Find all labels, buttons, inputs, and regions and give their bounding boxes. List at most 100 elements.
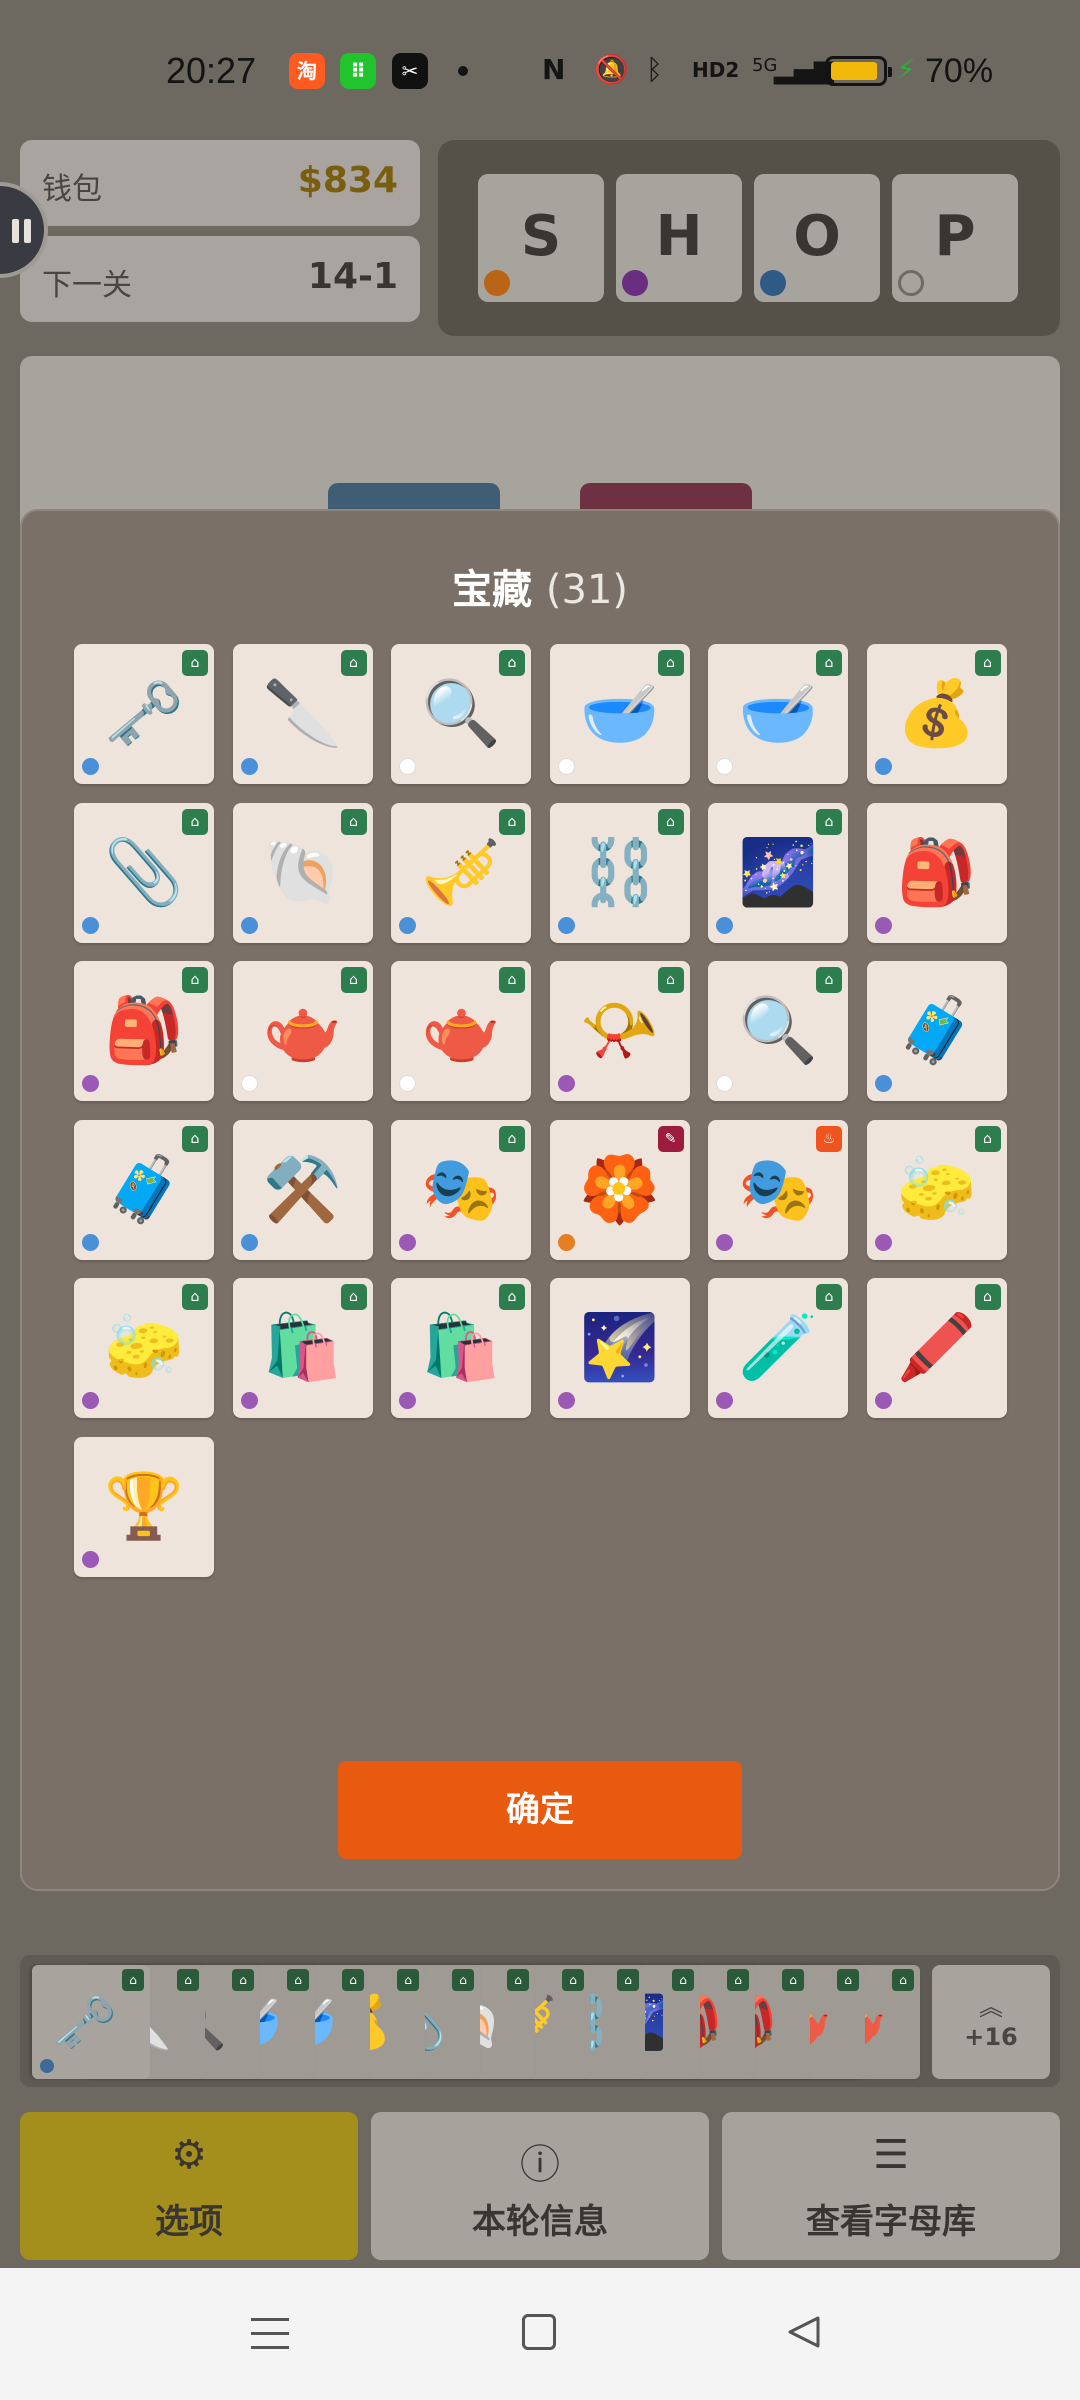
more-notifications-icon (458, 66, 468, 76)
treasure-item[interactable]: 🎺 ⌂ (391, 802, 531, 943)
item-icon: 🌌 (738, 835, 818, 910)
bag-badge-icon: ⌂ (507, 1969, 529, 1991)
bag-badge-icon: ⌂ (892, 1969, 914, 1991)
shop-letter: H (655, 204, 703, 269)
item-icon: 🗝️ (52, 1993, 117, 2053)
letter-library-label: 查看字母库 (806, 2202, 976, 2242)
recent-apps-icon[interactable] (251, 2316, 289, 2350)
shop-letter: O (793, 204, 841, 269)
back-icon[interactable] (786, 2314, 822, 2350)
bag-badge-icon: ⌂ (499, 1284, 525, 1310)
rarity-dot (557, 1075, 575, 1092)
item-icon: 🧪 (738, 1311, 818, 1385)
bag-badge-icon: ⌂ (232, 1969, 254, 1991)
treasure-item[interactable]: 📎 ⌂ (74, 802, 214, 943)
item-icon: 🥣 (738, 677, 818, 751)
treasure-item[interactable]: 💰 ⌂ (866, 644, 1007, 784)
treasure-item[interactable]: 🎒 (866, 802, 1007, 943)
bag-badge-icon: ⌂ (499, 1125, 525, 1152)
rarity-dot (399, 758, 416, 775)
item-icon: 🎭 (738, 1152, 818, 1227)
bag-badge-icon: ⌂ (657, 808, 684, 835)
treasure-modal: 宝藏 (31) 🗝️ ⌂ 🔪 ⌂ 🔍 ⌂ 🥣 ⌂ 🥣 ⌂ 💰 ⌂ 📎 ⌂ 🐚 ⌂ 🎺 ⌂ ⛓️ ⌂ 🌌 ⌂ 🎒 🎒 ⌂ 🫖 ⌂ 🫖 ⌂ 📯… (20, 509, 1060, 1891)
charging-icon: ⚡ (896, 53, 916, 86)
bag-badge-icon: ⌂ (974, 1284, 1001, 1310)
bag-badge-icon: ⌂ (727, 1969, 749, 1991)
item-icon: 🧳 (104, 1152, 184, 1227)
treasure-item[interactable]: 🖍️ ⌂ (866, 1278, 1007, 1418)
rarity-dot (874, 916, 892, 934)
rarity-dot (82, 1075, 99, 1092)
treasure-item[interactable]: 🌠 (549, 1278, 690, 1418)
options-button[interactable]: ⚙ 选项 (20, 2112, 358, 2260)
rarity-dot (898, 270, 924, 296)
treasure-item[interactable]: 🧽 ⌂ (866, 1119, 1007, 1260)
rarity-dot (716, 1075, 733, 1092)
inventory-strip[interactable]: 🗝️⌂🔪⌂🔍⌂🥣⌂🥣⌂💰⌂📎⌂🐚⌂🎺⌂⛓️⌂🌌⌂🎒⌂🎒⌂🫖⌂🫖⌂ ︽ +16 (20, 1955, 1060, 2087)
confirm-button[interactable]: 确定 (338, 1761, 742, 1859)
item-icon: 🎒 (104, 994, 184, 1068)
treasure-item[interactable]: 🫖 ⌂ (232, 961, 373, 1101)
options-label: 选项 (155, 2202, 223, 2242)
bag-badge-icon: ⌂ (452, 1969, 474, 1991)
treasure-item[interactable]: 🏵️ ✎ (549, 1119, 690, 1260)
round-info-button[interactable]: ⓘ 本轮信息 (371, 2112, 709, 2260)
treasure-item[interactable]: 🎭 ⌂ (391, 1119, 531, 1260)
nfc-icon: N (542, 53, 566, 86)
bag-badge-icon: ⌂ (499, 650, 525, 676)
modal-title: 宝藏 (31) (22, 557, 1058, 615)
bag-badge-icon: ⌂ (499, 808, 525, 835)
treasure-item[interactable]: 🥣 ⌂ (549, 644, 690, 784)
bag-badge-icon: ⌂ (837, 1969, 859, 1991)
rarity-dot (557, 1392, 575, 1409)
rarity-dot (716, 916, 733, 934)
fire-badge-icon: ♨ (816, 1125, 842, 1152)
treasure-item[interactable]: 🌌 ⌂ (708, 802, 848, 943)
rarity-dot (399, 1233, 416, 1251)
expand-inventory-button[interactable]: ︽ +16 (932, 1965, 1050, 2079)
rarity-dot (716, 1392, 733, 1409)
treasure-item[interactable]: 🐚 ⌂ (232, 802, 373, 943)
rarity-dot (874, 1392, 892, 1409)
rarity-dot (82, 1550, 99, 1568)
rarity-dot (716, 1233, 733, 1251)
treasure-item[interactable]: 🛍️ ⌂ (232, 1278, 373, 1418)
treasure-item[interactable]: 🏆 (74, 1436, 214, 1577)
treasure-item[interactable]: 🧳 ⌂ (74, 1119, 214, 1260)
item-icon: 🫖 (262, 994, 343, 1068)
item-icon: 🧽 (896, 1152, 977, 1227)
treasure-item[interactable]: 🧳 (866, 961, 1007, 1101)
treasure-item[interactable]: 🔍 ⌂ (708, 961, 848, 1101)
treasure-item[interactable]: 🥣 ⌂ (708, 644, 848, 784)
treasure-item[interactable]: 📯 ⌂ (549, 961, 690, 1101)
rarity-dot (622, 270, 648, 296)
rarity-dot (40, 2059, 54, 2073)
letter-library-button[interactable]: ☰ 查看字母库 (722, 2112, 1060, 2260)
treasure-item[interactable]: 🧪 ⌂ (708, 1278, 848, 1418)
treasure-item[interactable]: ⛓️ ⌂ (549, 802, 690, 943)
treasure-item[interactable]: 🗝️ ⌂ (74, 644, 214, 784)
rarity-dot (484, 270, 510, 296)
treasure-item[interactable]: 🎒 ⌂ (74, 961, 214, 1101)
item-icon: 🧽 (104, 1311, 184, 1385)
treasure-item[interactable]: 🔍 ⌂ (391, 644, 531, 784)
inventory-card[interactable]: 🗝️ ⌂ (32, 1965, 150, 2079)
item-icon: 🛍️ (421, 1311, 501, 1385)
bag-badge-icon: ⌂ (182, 1284, 208, 1310)
round-info-label: 本轮信息 (472, 2202, 608, 2242)
treasure-item[interactable]: 🔪 ⌂ (232, 644, 373, 784)
bag-badge-icon: ⌂ (672, 1969, 694, 1991)
treasure-item[interactable]: 🧽 ⌂ (74, 1278, 214, 1418)
battery-percent: 70% (925, 52, 994, 90)
treasure-item[interactable]: 🎭 ♨ (708, 1119, 848, 1260)
bag-badge-icon: ⌂ (657, 650, 684, 676)
bag-badge-icon: ⌂ (182, 967, 208, 993)
home-icon[interactable] (522, 2314, 556, 2350)
treasure-item[interactable]: 🛍️ ⌂ (391, 1278, 531, 1418)
treasure-item[interactable]: 🫖 ⌂ (391, 961, 531, 1101)
bag-badge-icon: ⌂ (499, 967, 525, 993)
shop-letter-tile: P (892, 174, 1018, 302)
treasure-item[interactable]: ⚒️ (232, 1119, 373, 1260)
bag-badge-icon: ⌂ (122, 1969, 144, 1991)
rarity-dot (240, 758, 258, 775)
